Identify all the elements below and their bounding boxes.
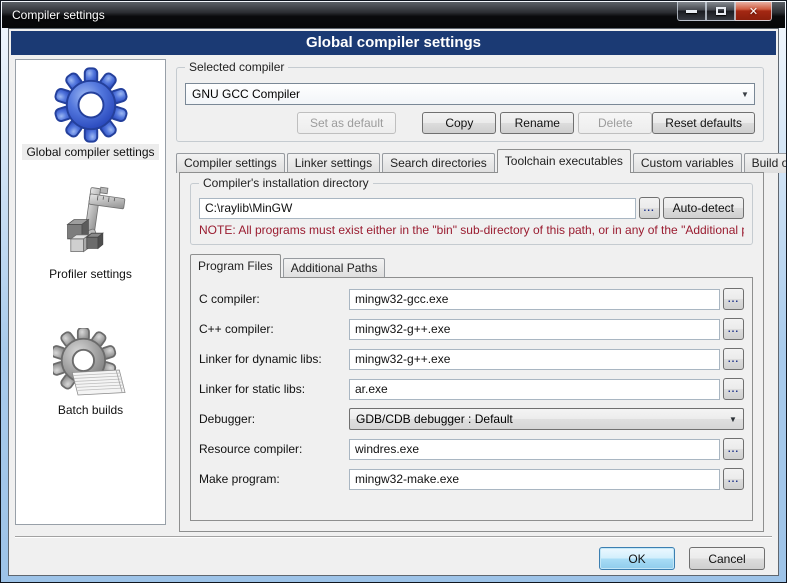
gray-gear-papers-icon <box>53 328 129 402</box>
browse-directory-button[interactable]: ... <box>639 197 660 219</box>
set-as-default-button[interactable]: Set as default <box>297 112 396 134</box>
reset-defaults-button[interactable]: Reset defaults <box>652 112 755 134</box>
static-linker-input[interactable] <box>349 379 720 400</box>
titlebar[interactable]: Compiler settings ✕ <box>2 2 785 28</box>
caption-buttons: ✕ <box>677 2 772 21</box>
make-program-browse-button[interactable]: ... <box>723 468 744 490</box>
dynamic-linker-input[interactable] <box>349 349 720 370</box>
tab-additional-paths[interactable]: Additional Paths <box>283 258 386 278</box>
compiler-select-value: GNU GCC Compiler <box>192 87 300 101</box>
window-title: Compiler settings <box>12 2 105 28</box>
caliper-icon <box>50 186 130 266</box>
tab-compiler-settings[interactable]: Compiler settings <box>176 153 285 173</box>
cpp-compiler-browse-button[interactable]: ... <box>723 318 744 340</box>
tab-search-directories[interactable]: Search directories <box>382 153 495 173</box>
make-program-label: Make program: <box>199 472 349 486</box>
compiler-select[interactable]: GNU GCC Compiler ▼ <box>185 83 755 105</box>
debugger-select-value: GDB/CDB debugger : Default <box>356 412 513 426</box>
resource-compiler-label: Resource compiler: <box>199 442 349 456</box>
cancel-button[interactable]: Cancel <box>689 547 765 570</box>
compiler-actions: Set as default Copy Rename Delete Reset … <box>185 112 755 134</box>
make-program-input[interactable] <box>349 469 720 490</box>
compiler-settings-window: Compiler settings ✕ Global compiler sett… <box>0 0 787 583</box>
blue-gear-icon <box>52 66 130 144</box>
resource-compiler-row: Resource compiler: ... <box>199 438 744 460</box>
page-title: Global compiler settings <box>11 31 776 55</box>
minimize-icon <box>686 10 697 13</box>
selected-compiler-legend: Selected compiler <box>185 60 288 74</box>
dynamic-linker-browse-button[interactable]: ... <box>723 348 744 370</box>
close-icon: ✕ <box>749 5 758 18</box>
resource-compiler-input[interactable] <box>349 439 720 460</box>
dynamic-linker-label: Linker for dynamic libs: <box>199 352 349 366</box>
resource-compiler-browse-button[interactable]: ... <box>723 438 744 460</box>
tab-custom-variables[interactable]: Custom variables <box>633 153 742 173</box>
installation-directory-input[interactable] <box>199 198 636 219</box>
chevron-down-icon: ▼ <box>736 90 754 99</box>
chevron-down-icon: ▼ <box>723 415 743 424</box>
c-compiler-row: C compiler: ... <box>199 288 744 310</box>
static-linker-label: Linker for static libs: <box>199 382 349 396</box>
settings-tabs: Compiler settings Linker settings Search… <box>176 149 766 173</box>
cpp-compiler-label: C++ compiler: <box>199 322 349 336</box>
selected-compiler-group: Selected compiler GNU GCC Compiler ▼ Set… <box>176 67 764 142</box>
tab-build-options[interactable]: Build options <box>744 153 787 173</box>
rename-button[interactable]: Rename <box>500 112 574 134</box>
tab-toolchain-executables[interactable]: Toolchain executables <box>497 149 631 173</box>
cpp-compiler-input[interactable] <box>349 319 720 340</box>
maximize-icon <box>716 7 726 15</box>
sidebar-item-label: Profiler settings <box>45 266 136 282</box>
minimize-button[interactable] <box>677 2 706 21</box>
sidebar-item-batch-builds[interactable]: Batch builds <box>53 328 129 418</box>
cpp-compiler-row: C++ compiler: ... <box>199 318 744 340</box>
bin-subdirectory-note: NOTE: All programs must exist either in … <box>199 223 744 237</box>
copy-button[interactable]: Copy <box>422 112 496 134</box>
sidebar-item-profiler-settings[interactable]: Profiler settings <box>45 186 136 282</box>
delete-button[interactable]: Delete <box>578 112 652 134</box>
ok-button[interactable]: OK <box>599 547 675 570</box>
debugger-row: Debugger: GDB/CDB debugger : Default ▼ <box>199 408 744 430</box>
debugger-select[interactable]: GDB/CDB debugger : Default ▼ <box>349 408 744 430</box>
auto-detect-button[interactable]: Auto-detect <box>663 197 744 219</box>
sidebar-item-label: Batch builds <box>54 402 127 418</box>
static-linker-row: Linker for static libs: ... <box>199 378 744 400</box>
debugger-label: Debugger: <box>199 412 349 426</box>
dialog-body: Global compiler settings <box>8 28 779 576</box>
sidebar-item-label: Global compiler settings <box>22 144 158 160</box>
footer-buttons: OK Cancel <box>599 547 765 570</box>
tab-linker-settings[interactable]: Linker settings <box>287 153 380 173</box>
installation-directory-legend: Compiler's installation directory <box>199 176 373 190</box>
sidebar-item-global-compiler-settings[interactable]: Global compiler settings <box>22 66 158 160</box>
maximize-button[interactable] <box>706 2 735 21</box>
c-compiler-browse-button[interactable]: ... <box>723 288 744 310</box>
static-linker-browse-button[interactable]: ... <box>723 378 744 400</box>
program-files-notebook: Program Files Additional Paths C compile… <box>190 255 753 521</box>
tab-program-files[interactable]: Program Files <box>190 254 281 278</box>
installation-directory-group: Compiler's installation directory ... Au… <box>190 183 753 245</box>
make-program-row: Make program: ... <box>199 468 744 490</box>
settings-category-list: Global compiler settings <box>15 59 166 525</box>
c-compiler-label: C compiler: <box>199 292 349 306</box>
footer-divider <box>15 536 772 538</box>
close-button[interactable]: ✕ <box>735 2 772 21</box>
dynamic-linker-row: Linker for dynamic libs: ... <box>199 348 744 370</box>
program-files-page: C compiler: ... C++ compiler: ... Linker… <box>190 277 753 521</box>
c-compiler-input[interactable] <box>349 289 720 310</box>
toolchain-executables-page: Compiler's installation directory ... Au… <box>179 172 764 532</box>
